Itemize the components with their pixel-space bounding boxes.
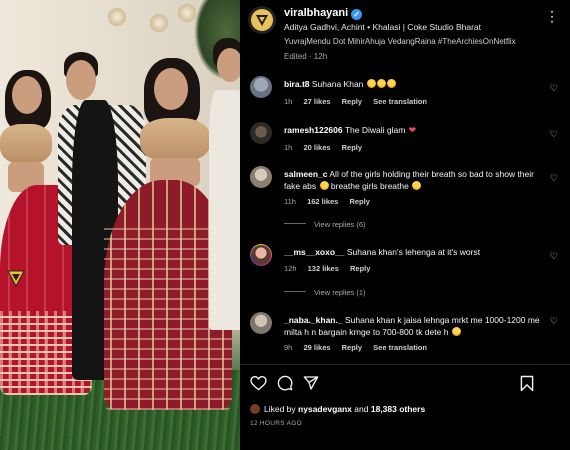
author-logo-icon bbox=[256, 15, 268, 26]
post-photo[interactable] bbox=[0, 0, 240, 450]
comment-meta: 12h 132 likes Reply bbox=[284, 264, 379, 273]
comment-likes[interactable]: 132 likes bbox=[308, 264, 339, 273]
comment-username[interactable]: salmeen_c bbox=[284, 169, 327, 179]
post-time-ago: 12 HOURS AGO bbox=[250, 420, 303, 427]
author-username-text: viralbhayani bbox=[284, 7, 349, 19]
comment-text-continued: breathe girls breathe bbox=[330, 181, 409, 191]
audio-subtitle[interactable]: Aditya Gadhvi, Achint • Khalasi | Coke S… bbox=[284, 22, 481, 32]
comment-text: Suhana khan's lehenga at it's worst bbox=[346, 247, 481, 257]
comment-item: salmeen_c All of the girls holding their… bbox=[248, 166, 562, 236]
comment-meta: 1h 20 likes Reply bbox=[284, 143, 371, 152]
commenter-avatar[interactable] bbox=[250, 166, 272, 188]
comment-body: _naba._khan._ Suhana khan k jaisa lehnga… bbox=[284, 314, 546, 338]
comment-body: bira.t8 Suhana Khan bbox=[284, 78, 546, 90]
comment-meta: 11h 162 likes Reply bbox=[284, 197, 379, 206]
comment-time: 1h bbox=[284, 97, 293, 106]
liked-by-count[interactable]: 18,383 others bbox=[371, 404, 425, 414]
comment-time: 12h bbox=[284, 264, 297, 273]
comment-likes[interactable]: 29 likes bbox=[303, 343, 330, 352]
comment-text: The Diwali glam bbox=[344, 125, 406, 135]
author-avatar[interactable] bbox=[248, 6, 276, 34]
comment-like-heart-icon[interactable]: ♡ bbox=[550, 316, 558, 327]
comment-meta: 9h 29 likes Reply See translation bbox=[284, 343, 436, 352]
share-icon[interactable] bbox=[302, 374, 320, 392]
comment-icon[interactable] bbox=[276, 374, 294, 392]
replies-divider-line bbox=[284, 223, 306, 224]
comment-time: 9h bbox=[284, 343, 293, 352]
comment-like-heart-icon[interactable]: ♡ bbox=[550, 83, 558, 94]
heart-eyes-emoji-icon bbox=[319, 181, 329, 190]
liked-by-summary[interactable]: Liked by nysadevganx and 18,383 others bbox=[250, 404, 425, 414]
view-replies-link[interactable]: View replies (6) bbox=[284, 220, 366, 229]
comment-likes[interactable]: 20 likes bbox=[303, 143, 330, 152]
commenter-avatar[interactable] bbox=[250, 76, 272, 98]
heart-eyes-emoji-icon bbox=[451, 327, 461, 336]
post-header: viralbhayani ✓ Aditya Gadhvi, Achint • Kh… bbox=[240, 0, 570, 40]
liked-by-and: and bbox=[354, 404, 369, 414]
comment-body: __ms__xoxo__ Suhana khan's lehenga at it… bbox=[284, 246, 546, 258]
commenter-avatar[interactable] bbox=[250, 122, 272, 144]
comment-time: 11h bbox=[284, 197, 296, 206]
caption-text: YuvrajMendu Dot MihirAhuja VedangRaina #… bbox=[284, 38, 516, 46]
verified-badge-icon: ✓ bbox=[351, 9, 363, 20]
see-translation-link[interactable]: See translation bbox=[373, 343, 427, 352]
more-options-icon[interactable]: ⋮ bbox=[545, 8, 560, 25]
heart-eyes-emoji-icon bbox=[412, 181, 422, 190]
comment-username[interactable]: __ms__xoxo__ bbox=[284, 247, 345, 257]
comment-text: Suhana Khan bbox=[311, 79, 364, 89]
comment-item: bira.t8 Suhana Khan 1h 27 likes Reply Se… bbox=[248, 76, 562, 106]
comment-body: salmeen_c All of the girls holding their… bbox=[284, 168, 546, 192]
like-heart-icon[interactable] bbox=[249, 374, 267, 392]
reply-button[interactable]: Reply bbox=[342, 143, 362, 152]
heart-eyes-emoji-icon bbox=[376, 79, 386, 88]
liked-by-username[interactable]: nysadevganx bbox=[298, 404, 352, 414]
see-translation-link[interactable]: See translation bbox=[373, 97, 427, 106]
comment-like-heart-icon[interactable]: ♡ bbox=[550, 129, 558, 140]
reply-button[interactable]: Reply bbox=[350, 264, 370, 273]
reply-button[interactable]: Reply bbox=[342, 97, 362, 106]
replies-divider-line bbox=[284, 291, 306, 292]
comment-body: ramesh122606 The Diwali glam ❤ bbox=[284, 124, 546, 136]
post-actions-bar bbox=[240, 372, 570, 396]
liked-by-prefix: Liked by bbox=[264, 404, 296, 414]
red-heart-emoji-icon: ❤ bbox=[408, 125, 417, 135]
comment-item: __ms__xoxo__ Suhana khan's lehenga at it… bbox=[248, 244, 562, 300]
comment-username[interactable]: bira.t8 bbox=[284, 79, 310, 89]
author-username[interactable]: viralbhayani ✓ bbox=[284, 7, 363, 20]
comment-time: 1h bbox=[284, 143, 293, 152]
view-replies-text: View replies (6) bbox=[314, 220, 366, 229]
heart-eyes-emoji-icon bbox=[386, 79, 396, 88]
comment-username[interactable]: ramesh122606 bbox=[284, 125, 343, 135]
photo-person-far-right bbox=[205, 0, 240, 450]
comment-meta: 1h 27 likes Reply See translation bbox=[284, 97, 436, 106]
reply-button[interactable]: Reply bbox=[349, 197, 369, 206]
commenter-avatar-story-ring[interactable] bbox=[250, 244, 272, 266]
view-replies-link[interactable]: View replies (1) bbox=[284, 288, 366, 297]
view-replies-text: View replies (1) bbox=[314, 288, 366, 297]
reply-button[interactable]: Reply bbox=[342, 343, 362, 352]
bookmark-icon[interactable] bbox=[518, 374, 536, 392]
comment-username[interactable]: _naba._khan._ bbox=[284, 315, 343, 325]
comment-like-heart-icon[interactable]: ♡ bbox=[550, 173, 558, 184]
heart-eyes-emoji-icon bbox=[366, 79, 376, 88]
actions-divider bbox=[240, 364, 570, 365]
commenter-avatar[interactable] bbox=[250, 312, 272, 334]
comment-item: ramesh122606 The Diwali glam ❤ 1h 20 lik… bbox=[248, 122, 562, 152]
comment-item: _naba._khan._ Suhana khan k jaisa lehnga… bbox=[248, 312, 562, 356]
post-details-panel: viralbhayani ✓ Aditya Gadhvi, Achint • Kh… bbox=[240, 0, 570, 450]
comment-like-heart-icon[interactable]: ♡ bbox=[550, 251, 558, 262]
watermark-logo-icon bbox=[6, 268, 26, 288]
liked-by-avatar bbox=[250, 404, 260, 414]
comment-likes[interactable]: 27 likes bbox=[303, 97, 330, 106]
edited-timestamp: Edited · 12h bbox=[284, 52, 328, 61]
comment-likes[interactable]: 162 likes bbox=[307, 197, 338, 206]
